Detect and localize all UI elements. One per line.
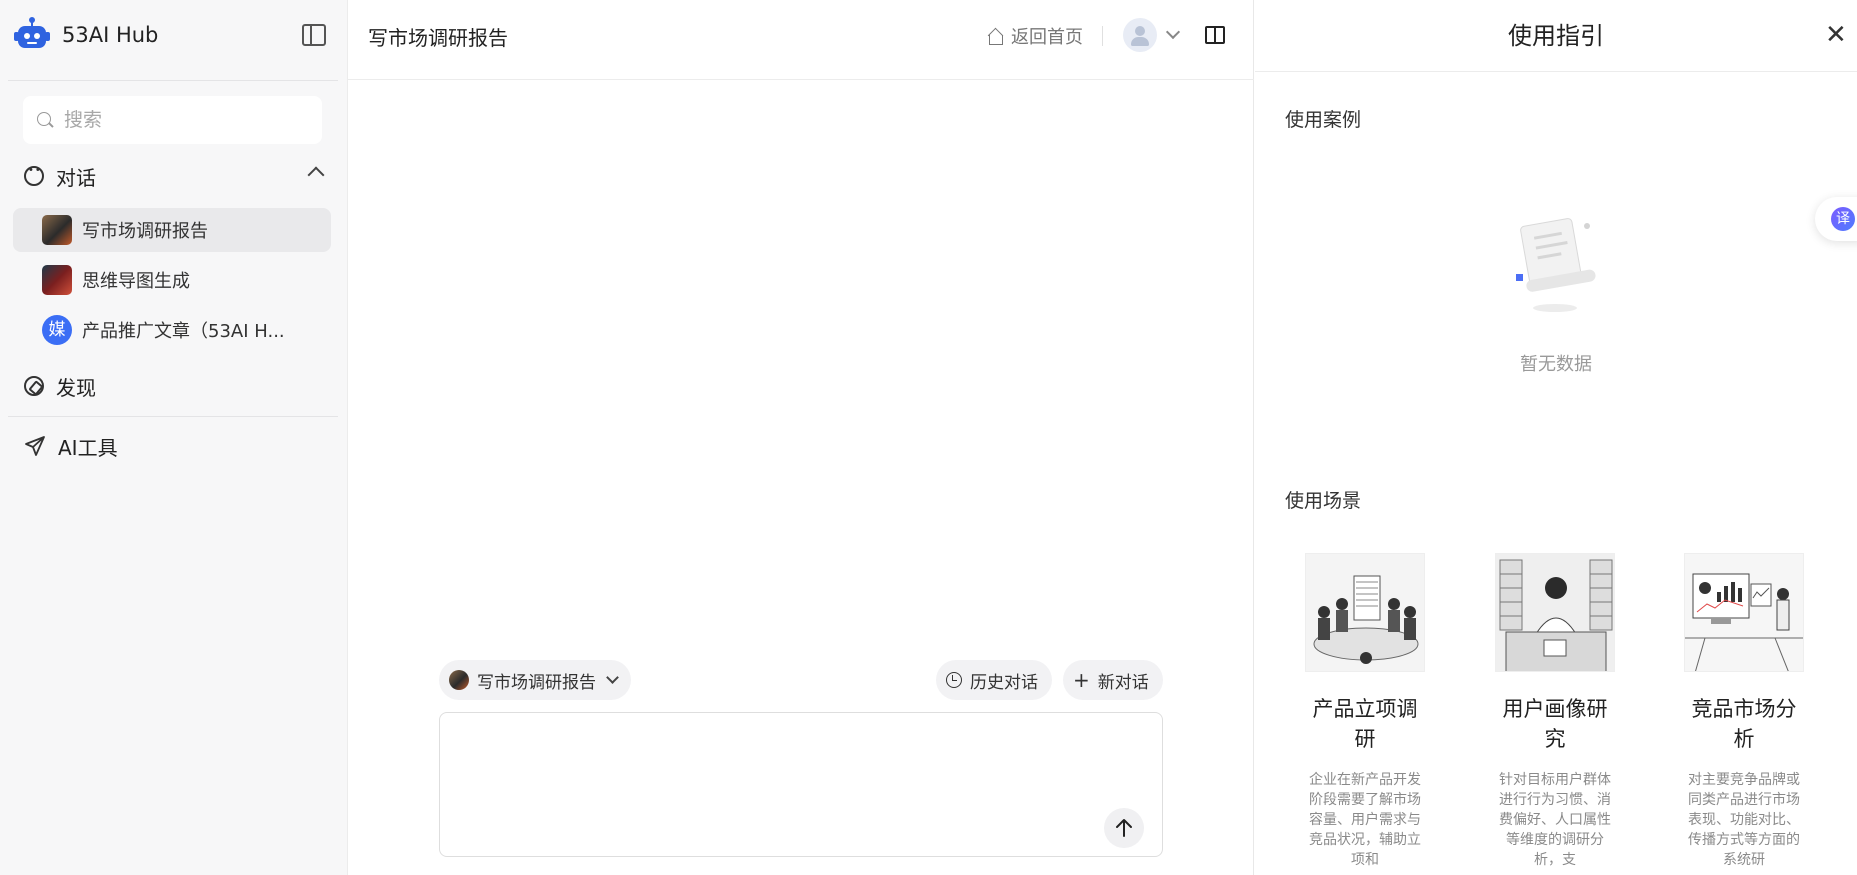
back-home-label: 返回首页 bbox=[1011, 27, 1083, 48]
scenario-title-line: 竞品市场分 bbox=[1691, 697, 1797, 721]
scenario-title-line: 研 bbox=[1354, 727, 1376, 751]
page-title: 写市场调研报告 bbox=[368, 26, 508, 50]
plus-icon: + bbox=[1073, 668, 1090, 692]
home-icon bbox=[988, 29, 1004, 45]
topbar: 写市场调研报告 返回首页 bbox=[348, 0, 1254, 80]
section-chat[interactable]: 对话 bbox=[24, 158, 330, 194]
conversation-item[interactable]: 媒 产品推广文章（53AI H... bbox=[13, 308, 331, 352]
divider bbox=[8, 80, 338, 81]
scenario-description: 针对目标用户群体进行行为习惯、消费偏好、人口属性等维度的调研分析，支 bbox=[1499, 772, 1611, 868]
scenario-title-line: 用户画像研 bbox=[1502, 697, 1608, 721]
scenario-title: 竞品市场分 析 bbox=[1684, 694, 1804, 754]
scenario-title: 用户画像研 究 bbox=[1495, 694, 1615, 754]
arrow-up-icon bbox=[1116, 819, 1132, 837]
divider bbox=[8, 416, 338, 417]
conversation-avatar: 媒 bbox=[42, 315, 72, 345]
conversation-label: 思维导图生成 bbox=[82, 271, 190, 292]
message-input[interactable] bbox=[439, 712, 1163, 857]
scenario-title-line: 究 bbox=[1544, 727, 1566, 751]
scenario-title-line: 产品立项调 bbox=[1312, 697, 1418, 721]
chevron-down-icon[interactable] bbox=[1165, 24, 1181, 40]
translate-button[interactable]: 译 bbox=[1815, 197, 1857, 241]
divider bbox=[1255, 71, 1857, 72]
send-button[interactable] bbox=[1104, 808, 1144, 848]
section-chat-label: 对话 bbox=[56, 165, 96, 190]
robot-logo-icon bbox=[12, 15, 52, 55]
divider bbox=[1102, 26, 1103, 46]
close-icon[interactable]: ✕ bbox=[1825, 20, 1847, 50]
scenario-title: 产品立项调 研 bbox=[1305, 694, 1425, 754]
chevron-down-icon bbox=[606, 671, 619, 684]
scenario-image bbox=[1684, 553, 1804, 672]
paper-plane-icon bbox=[24, 435, 46, 457]
sidebar: 53AI Hub 对话 写市场调研报告 思维导图生成 媒 产品推广文章（53AI… bbox=[0, 0, 348, 875]
guide-title: 使用指引 bbox=[1508, 22, 1604, 50]
user-avatar[interactable] bbox=[1123, 18, 1157, 52]
search-input[interactable] bbox=[64, 109, 304, 131]
section-ai-tools[interactable]: AI工具 bbox=[24, 428, 330, 464]
new-chat-button-label: 新对话 bbox=[1097, 672, 1149, 693]
scenario-card[interactable]: 用户画像研 究 针对目标用户群体进行行为习惯、消费偏好、人口属性等维度的调研分析… bbox=[1495, 553, 1615, 870]
history-icon bbox=[946, 672, 962, 688]
sidebar-collapse-icon[interactable] bbox=[302, 24, 326, 46]
chat-bubble-icon bbox=[24, 165, 44, 186]
new-chat-button[interactable]: + 新对话 bbox=[1063, 660, 1163, 700]
scenario-image bbox=[1305, 553, 1425, 672]
conversation-avatar bbox=[42, 215, 72, 245]
section-discover[interactable]: 发现 bbox=[24, 368, 330, 404]
brand[interactable]: 53AI Hub bbox=[12, 14, 158, 56]
scenario-card[interactable]: 产品立项调 研 企业在新产品开发阶段需要了解市场容量、用户需求与竞品状况，辅助立… bbox=[1305, 553, 1425, 870]
scenario-title-line: 析 bbox=[1733, 727, 1755, 751]
section-discover-label: 发现 bbox=[56, 375, 96, 400]
scenarios-heading: 使用场景 bbox=[1285, 490, 1362, 512]
history-button-label: 历史对话 bbox=[970, 672, 1038, 693]
conversation-avatar bbox=[42, 265, 72, 295]
back-home-link[interactable]: 返回首页 bbox=[988, 23, 1083, 49]
guide-panel: 使用指引 ✕ 使用案例 暂无数据 使用场景 产品立项调 研 企业在新产品开发阶段… bbox=[1255, 0, 1857, 875]
scenario-description: 对主要竞争品牌或同类产品进行市场表现、功能对比、传播方式等方面的系统研 bbox=[1688, 772, 1800, 868]
conversation-item[interactable]: 思维导图生成 bbox=[13, 258, 331, 302]
scenario-card[interactable]: 竞品市场分 析 对主要竞争品牌或同类产品进行市场表现、功能对比、传播方式等方面的… bbox=[1684, 553, 1804, 870]
agent-avatar bbox=[449, 670, 469, 690]
chevron-up-icon[interactable] bbox=[307, 166, 325, 184]
chat-main: 写市场调研报告 返回首页 写市场调研报告 历史对话 + 新对话 bbox=[348, 0, 1254, 875]
conversation-label: 写市场调研报告 bbox=[82, 221, 208, 242]
section-ai-tools-label: AI工具 bbox=[58, 435, 118, 460]
translate-icon: 译 bbox=[1831, 207, 1855, 231]
empty-state-icon bbox=[1503, 212, 1603, 316]
scenario-image bbox=[1495, 553, 1615, 672]
conversation-label: 产品推广文章（53AI H... bbox=[82, 321, 285, 342]
search-box[interactable] bbox=[23, 96, 322, 144]
conversation-item[interactable]: 写市场调研报告 bbox=[13, 208, 331, 252]
scenario-description: 企业在新产品开发阶段需要了解市场容量、用户需求与竞品状况，辅助立项和 bbox=[1309, 772, 1421, 868]
brand-name: 53AI Hub bbox=[62, 23, 159, 47]
agent-selector-label: 写市场调研报告 bbox=[477, 672, 596, 693]
search-icon bbox=[37, 111, 54, 129]
history-button[interactable]: 历史对话 bbox=[936, 660, 1052, 700]
cases-heading: 使用案例 bbox=[1285, 109, 1362, 131]
agent-selector[interactable]: 写市场调研报告 bbox=[439, 660, 631, 700]
compass-icon bbox=[24, 376, 44, 396]
empty-state-text: 暂无数据 bbox=[1520, 354, 1592, 375]
side-panel-toggle-icon[interactable] bbox=[1205, 26, 1225, 44]
